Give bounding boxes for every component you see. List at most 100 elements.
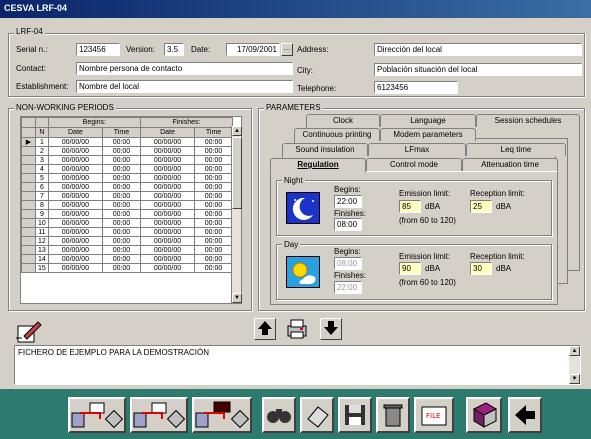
begin-time-cell[interactable]: 00:00 (102, 236, 141, 246)
scroll-thumb[interactable] (232, 137, 242, 209)
begin-time-cell[interactable]: 00:00 (102, 254, 141, 264)
date-picker-button[interactable]: … (281, 43, 293, 56)
row-selector[interactable] (21, 155, 36, 165)
begin-date-cell[interactable]: 00/00/00 (47, 173, 104, 183)
search-button[interactable] (262, 397, 296, 433)
delete-button[interactable] (376, 397, 410, 433)
finish-date-cell[interactable]: 00/00/00 (139, 209, 196, 219)
row-selector[interactable] (21, 236, 36, 246)
row-selector[interactable] (21, 245, 36, 255)
notes-scroll-up[interactable]: ▲ (569, 346, 580, 356)
scroll-up-button[interactable]: ▲ (232, 126, 242, 136)
table-row[interactable]: 9 00/00/00 00:00 00/00/00 00:00 (21, 209, 233, 219)
begin-date-cell[interactable]: 00/00/00 (47, 200, 104, 210)
begin-date-cell[interactable]: 00/00/00 (47, 254, 104, 264)
begin-time-cell[interactable]: 00:00 (102, 146, 141, 156)
day-reception-field[interactable]: 30 (470, 262, 492, 275)
help-button[interactable] (466, 397, 502, 433)
finish-date-cell[interactable]: 00/00/00 (139, 227, 196, 237)
night-reception-field[interactable]: 25 (470, 200, 492, 213)
finish-time-cell[interactable]: 00:00 (194, 182, 233, 192)
begin-date-cell[interactable]: 00/00/00 (47, 164, 104, 174)
finish-time-cell[interactable]: 00:00 (194, 218, 233, 228)
row-selector[interactable] (21, 200, 36, 210)
save-button[interactable] (338, 397, 372, 433)
table-row[interactable]: 3 00/00/00 00:00 00/00/00 00:00 (21, 155, 233, 165)
finish-date-cell[interactable]: 00/00/00 (139, 137, 196, 147)
table-row[interactable]: 14 00/00/00 00:00 00/00/00 00:00 (21, 254, 233, 264)
telephone-field[interactable]: 6123456 (374, 81, 458, 94)
begin-date-cell[interactable]: 00/00/00 (47, 218, 104, 228)
table-row[interactable]: 10 00/00/00 00:00 00/00/00 00:00 (21, 218, 233, 228)
finish-time-cell[interactable]: 00:00 (194, 209, 233, 219)
table-row[interactable]: 5 00/00/00 00:00 00/00/00 00:00 (21, 173, 233, 183)
begin-time-cell[interactable]: 00:00 (102, 245, 141, 255)
finish-time-cell[interactable]: 00:00 (194, 263, 233, 273)
table-row[interactable]: 8 00/00/00 00:00 00/00/00 00:00 (21, 200, 233, 210)
tab-attenuation-time[interactable]: Attenuation time (462, 158, 558, 171)
begin-date-cell[interactable]: 00/00/00 (47, 182, 104, 192)
finish-date-cell[interactable]: 00/00/00 (139, 191, 196, 201)
move-down-button[interactable] (320, 318, 342, 340)
notes-textarea[interactable]: FICHERO DE EJEMPLO PARA LA DEMOSTRACIÓN (14, 345, 581, 385)
begin-date-cell[interactable]: 00/00/00 (47, 155, 104, 165)
edit-notes-icon[interactable] (14, 320, 42, 344)
tab-sound-insulation[interactable]: Sound insulation (282, 143, 368, 156)
finish-time-cell[interactable]: 00:00 (194, 245, 233, 255)
city-field[interactable]: Población situación del local (374, 63, 582, 76)
row-selector[interactable] (21, 191, 36, 201)
table-scrollbar[interactable]: ▲ ▼ (231, 126, 242, 303)
table-row[interactable]: 4 00/00/00 00:00 00/00/00 00:00 (21, 164, 233, 174)
finish-date-cell[interactable]: 00/00/00 (139, 200, 196, 210)
exit-button[interactable] (508, 397, 542, 433)
begin-date-cell[interactable]: 00/00/00 (47, 227, 104, 237)
begin-time-cell[interactable]: 00:00 (102, 209, 141, 219)
night-emission-field[interactable]: 85 (399, 200, 421, 213)
begin-time-cell[interactable]: 00:00 (102, 182, 141, 192)
finish-date-cell[interactable]: 00/00/00 (139, 164, 196, 174)
row-selector[interactable] (21, 218, 36, 228)
notes-scroll-down[interactable]: ▼ (569, 374, 580, 384)
tab-control-mode[interactable]: Control mode (366, 158, 462, 171)
night-finishes-field[interactable]: 08:00 (334, 218, 362, 231)
finish-time-cell[interactable]: 00:00 (194, 137, 233, 147)
begin-time-cell[interactable]: 00:00 (102, 200, 141, 210)
row-selector[interactable]: ▶ (21, 137, 36, 147)
tab-lfmax[interactable]: LFmax (368, 143, 466, 156)
row-selector[interactable] (21, 227, 36, 237)
row-selector[interactable] (21, 209, 36, 219)
table-row[interactable]: 15 00/00/00 00:00 00/00/00 00:00 (21, 263, 233, 273)
finish-date-cell[interactable]: 00/00/00 (139, 236, 196, 246)
begin-time-cell[interactable]: 00:00 (102, 263, 141, 273)
finish-time-cell[interactable]: 00:00 (194, 227, 233, 237)
row-selector[interactable] (21, 146, 36, 156)
table-row[interactable]: 7 00/00/00 00:00 00/00/00 00:00 (21, 191, 233, 201)
finish-time-cell[interactable]: 00:00 (194, 146, 233, 156)
begin-time-cell[interactable]: 00:00 (102, 191, 141, 201)
transfer-to-device-button[interactable] (68, 397, 126, 433)
device-status-button[interactable] (192, 397, 252, 433)
serial-field[interactable]: 123456 (76, 43, 120, 56)
finish-time-cell[interactable]: 00:00 (194, 164, 233, 174)
contact-field[interactable]: Nombre persona de contacto (76, 62, 293, 75)
begin-date-cell[interactable]: 00/00/00 (47, 191, 104, 201)
finish-date-cell[interactable]: 00/00/00 (139, 218, 196, 228)
move-up-button[interactable] (254, 318, 276, 340)
row-selector[interactable] (21, 173, 36, 183)
row-selector[interactable] (21, 182, 36, 192)
version-field[interactable]: 3.5 (164, 43, 184, 56)
tab-clock[interactable]: Clock (306, 114, 380, 127)
tab-leq-time[interactable]: Leq time (466, 143, 566, 156)
begin-date-cell[interactable]: 00/00/00 (47, 263, 104, 273)
tab-regulation[interactable]: Regulation (270, 158, 366, 173)
begin-time-cell[interactable]: 00:00 (102, 155, 141, 165)
begin-time-cell[interactable]: 00:00 (102, 164, 141, 174)
table-row[interactable]: 6 00/00/00 00:00 00/00/00 00:00 (21, 182, 233, 192)
finish-time-cell[interactable]: 00:00 (194, 254, 233, 264)
finish-date-cell[interactable]: 00/00/00 (139, 263, 196, 273)
file-info-button[interactable]: FILE (414, 397, 454, 433)
finish-date-cell[interactable]: 00/00/00 (139, 173, 196, 183)
begin-time-cell[interactable]: 00:00 (102, 227, 141, 237)
tab-session-schedules[interactable]: Session schedules (476, 114, 580, 127)
scroll-down-button[interactable]: ▼ (232, 293, 242, 303)
